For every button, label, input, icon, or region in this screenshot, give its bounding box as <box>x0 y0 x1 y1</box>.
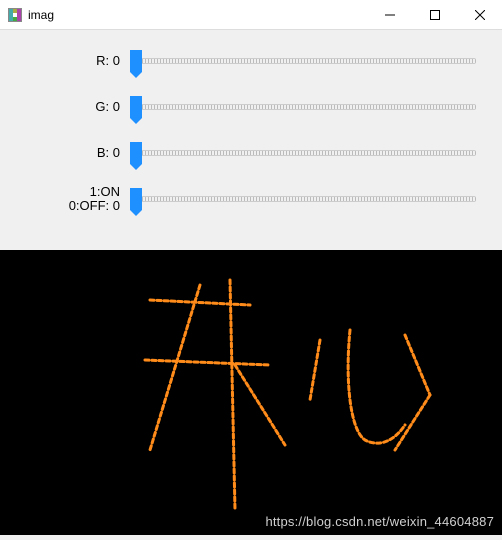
maximize-icon <box>430 10 440 20</box>
trackbar-switch-label: 1:ON 0:OFF: 0 <box>6 185 126 214</box>
trackbar-r-thumb[interactable] <box>130 50 142 72</box>
maximize-button[interactable] <box>412 0 457 29</box>
trackbar-g-thumb[interactable] <box>130 96 142 118</box>
trackbar-rail <box>136 58 476 64</box>
trackbar-g: G: 0 <box>6 84 496 130</box>
window-title: imag <box>28 8 367 22</box>
app-icon <box>8 8 22 22</box>
trackbar-rail <box>136 104 476 110</box>
close-button[interactable] <box>457 0 502 29</box>
trackbar-rail <box>136 150 476 156</box>
trackbar-switch-track[interactable] <box>126 184 486 214</box>
trackbar-r: R: 0 <box>6 38 496 84</box>
trackbar-g-track[interactable] <box>126 92 486 122</box>
trackbar-b-track[interactable] <box>126 138 486 168</box>
trackbar-b: B: 0 <box>6 130 496 176</box>
minimize-button[interactable] <box>367 0 412 29</box>
window-controls <box>367 0 502 29</box>
handwriting-svg <box>0 250 502 535</box>
trackbar-switch: 1:ON 0:OFF: 0 <box>6 176 496 222</box>
minimize-icon <box>385 10 395 20</box>
trackbar-rail <box>136 196 476 202</box>
trackbar-r-track[interactable] <box>126 46 486 76</box>
trackbar-b-thumb[interactable] <box>130 142 142 164</box>
trackbar-b-label: B: 0 <box>6 146 126 160</box>
trackbar-panel: R: 0 G: 0 B: 0 1:ON 0:OFF: 0 <box>0 30 502 242</box>
trackbar-r-label: R: 0 <box>6 54 126 68</box>
trackbar-g-label: G: 0 <box>6 100 126 114</box>
titlebar[interactable]: imag <box>0 0 502 30</box>
watermark: https://blog.csdn.net/weixin_44604887 <box>265 514 494 529</box>
trackbar-switch-thumb[interactable] <box>130 188 142 210</box>
drawing-canvas[interactable]: https://blog.csdn.net/weixin_44604887 <box>0 250 502 535</box>
close-icon <box>475 10 485 20</box>
